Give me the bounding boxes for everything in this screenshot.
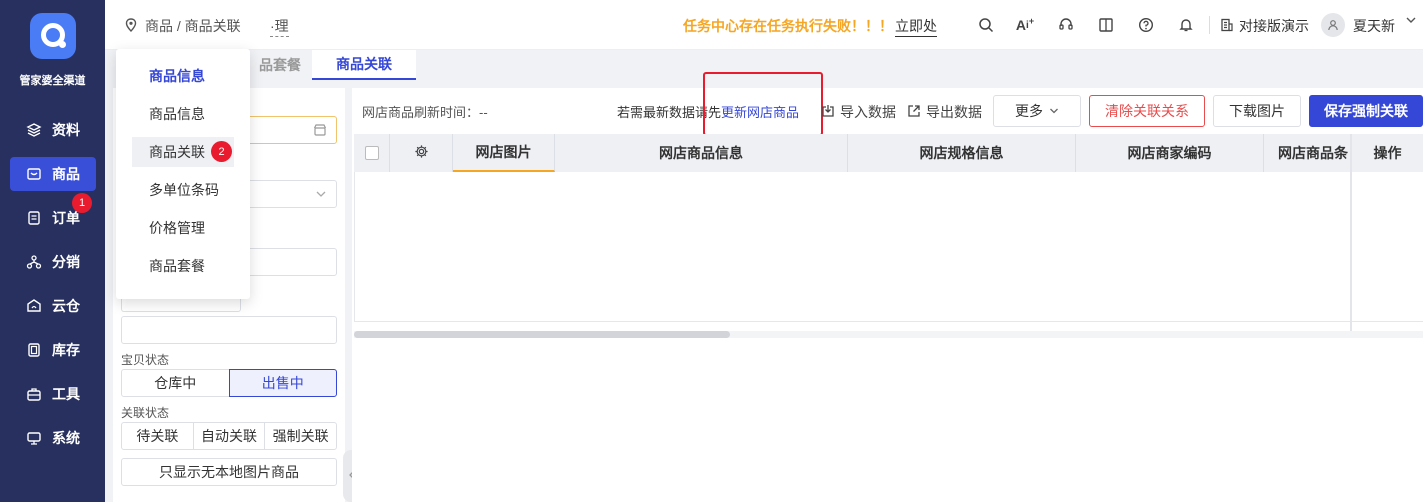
submenu-item-goods-info[interactable]: 商品信息 (132, 99, 234, 129)
link-option-auto[interactable]: 自动关联 (192, 422, 266, 450)
sidebar-item-inventory[interactable]: 库存 (10, 333, 96, 367)
bell-icon[interactable] (1176, 15, 1196, 35)
sticky-column-divider (1350, 134, 1352, 338)
column-actions: 操作 (1373, 145, 1402, 161)
help-icon[interactable] (1136, 15, 1156, 35)
submenu-step-badge: 2 (211, 141, 232, 162)
sidebar-item-tools[interactable]: 工具 (10, 377, 96, 411)
box-icon (26, 166, 42, 182)
sidebar: 管家婆全渠道 资料 商品 订单 1 分销 云仓 库存 工具 系统 (0, 0, 105, 502)
company-switcher[interactable]: 对接版演示 (1220, 16, 1309, 36)
sidebar-item-cloud-warehouse[interactable]: 云仓 (10, 289, 96, 323)
app-logo[interactable] (30, 13, 76, 59)
column-shop-goods-info[interactable]: 网店商品信息 (555, 134, 848, 172)
task-alert-link[interactable]: 立即处 (895, 16, 937, 37)
chevron-down-icon[interactable] (1405, 14, 1417, 29)
building-icon (1220, 18, 1234, 35)
submenu-item-goods-bundle[interactable]: 商品套餐 (132, 251, 234, 281)
link-status-label: 关联状态 (121, 406, 170, 420)
sidebar-item-distribution[interactable]: 分销 (10, 245, 96, 279)
task-alert: 任务中心存在任务执行失败！！！ (683, 18, 893, 34)
status-toggle: 仓库中 出售中 (121, 369, 337, 397)
username[interactable]: 夏天新 (1353, 16, 1395, 36)
status-option-on-sale[interactable]: 出售中 (228, 369, 337, 397)
chevron-down-icon (1049, 106, 1059, 116)
field-type-select[interactable] (121, 298, 241, 312)
table-body (354, 172, 1423, 322)
avatar[interactable] (1321, 13, 1345, 37)
submenu-item-multi-unit-barcode[interactable]: 多单位条码 (132, 175, 234, 205)
store-icon (313, 123, 327, 140)
breadcrumb-extra[interactable]: ·理 (270, 16, 289, 37)
submenu-item-price-management[interactable]: 价格管理 (132, 213, 234, 243)
goods-submenu: 商品信息 商品信息 商品关联 多单位条码 价格管理 商品套餐 (116, 49, 250, 299)
ai-icon[interactable]: Ai + (1015, 15, 1035, 35)
top-bar: 商品 / 商品关联 ·理 任务中心存在任务执行失败！！！ 立即处 Ai + 对接版… (105, 0, 1423, 50)
inventory-icon (26, 342, 42, 358)
merchant-code-input[interactable] (121, 316, 337, 344)
chevron-down-icon (315, 188, 327, 203)
column-settings-cell (390, 134, 453, 172)
column-shop-spec-info[interactable]: 网店规格信息 (848, 134, 1076, 172)
layers-icon (26, 122, 42, 138)
link-option-forced[interactable]: 强制关联 (264, 422, 338, 450)
book-icon[interactable] (1096, 15, 1116, 35)
status-label: 宝贝状态 (121, 353, 170, 367)
clear-relation-button[interactable]: 清除关联关系 (1089, 95, 1205, 127)
more-dropdown-button[interactable]: 更多 (993, 95, 1081, 127)
cloud-warehouse-icon (26, 298, 42, 314)
toolbox-icon (26, 386, 42, 402)
export-data-button[interactable]: 导出数据 (907, 102, 982, 122)
tab-goods-link[interactable]: 商品关联 (312, 50, 416, 80)
refresh-time: 网店商品刷新时间：-- (362, 105, 488, 120)
import-icon (821, 104, 835, 121)
column-shop-image[interactable]: 网店图片 (453, 134, 555, 172)
column-merchant-code[interactable]: 网店商家编码 (1076, 134, 1264, 172)
horizontal-scrollbar[interactable] (354, 331, 1423, 338)
export-icon (907, 104, 921, 121)
sidebar-item-data[interactable]: 资料 (10, 113, 96, 147)
document-icon (26, 210, 42, 226)
status-option-warehouse[interactable]: 仓库中 (121, 369, 230, 397)
sidebar-item-system[interactable]: 系统 (10, 421, 96, 455)
location-pin-icon (125, 17, 137, 35)
column-shop-barcode[interactable]: 网店商品条 (1264, 134, 1352, 172)
orders-badge: 1 (72, 193, 92, 213)
highlight-annotation (703, 72, 823, 136)
select-all-checkbox[interactable] (364, 146, 379, 160)
network-icon (26, 254, 42, 270)
table-header: 网店图片 网店商品信息 网店规格信息 网店商家编码 网店商品条 操作 (354, 134, 1423, 172)
header-divider (1209, 16, 1210, 34)
sidebar-item-goods[interactable]: 商品 (10, 157, 96, 191)
no-local-image-button[interactable]: 只显示无本地图片商品 (121, 458, 337, 486)
scrollbar-thumb[interactable] (354, 331, 730, 338)
breadcrumb: 商品 / 商品关联 (125, 16, 241, 36)
main-content: 网店商品刷新时间：-- 若需最新数据请先更新网店商品 导入数据 导出数据 更多 … (352, 72, 1423, 502)
gear-icon[interactable] (414, 144, 429, 162)
headset-icon[interactable] (1056, 15, 1076, 35)
monitor-icon (26, 430, 42, 446)
download-images-button[interactable]: 下载图片 (1213, 95, 1301, 127)
link-status-toggle: 待关联 自动关联 强制关联 (121, 422, 338, 450)
select-all-cell (354, 134, 390, 172)
breadcrumb-text[interactable]: 商品 / 商品关联 (145, 16, 241, 36)
import-data-button[interactable]: 导入数据 (821, 102, 896, 122)
save-forced-link-button[interactable]: 保存强制关联 (1309, 95, 1423, 127)
brand-name: 管家婆全渠道 (19, 75, 86, 87)
submenu-header: 商品信息 (149, 68, 205, 84)
search-icon[interactable] (976, 15, 996, 35)
link-option-pending[interactable]: 待关联 (121, 422, 194, 450)
